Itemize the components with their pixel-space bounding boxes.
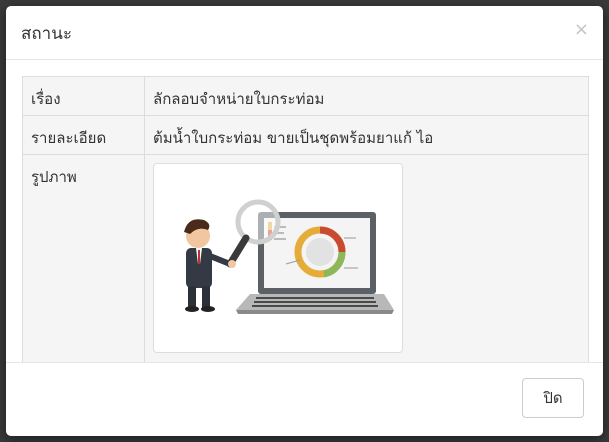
table-row: รูปภาพ	[22, 154, 589, 362]
businessman-laptop-illustration	[184, 199, 394, 314]
table-row: รายละเอียด ต้มน้ำใบกระท่อม ขายเป็นชุดพร้…	[22, 115, 589, 155]
table-row: เรื่อง ลักลอบจำหน่ายใบกระท่อม	[22, 76, 589, 116]
modal-header: สถานะ ×	[6, 6, 603, 60]
detail-table: เรื่อง ลักลอบจำหน่ายใบกระท่อม รายละเอียด…	[22, 76, 589, 362]
modal-footer: ปิด	[6, 362, 603, 436]
detail-value: ต้มน้ำใบกระท่อม ขายเป็นชุดพร้อมยาแก้ ไอ	[144, 115, 589, 155]
image-cell	[144, 154, 589, 362]
modal-body: เรื่อง ลักลอบจำหน่ายใบกระท่อม รายละเอียด…	[6, 60, 603, 362]
image-label: รูปภาพ	[22, 154, 145, 362]
image-thumbnail[interactable]	[153, 163, 403, 353]
subject-value: ลักลอบจำหน่ายใบกระท่อม	[144, 76, 589, 116]
close-button[interactable]: ปิด	[522, 378, 584, 418]
close-icon[interactable]: ×	[574, 20, 589, 40]
detail-label: รายละเอียด	[22, 115, 145, 155]
modal-title: สถานะ	[21, 24, 72, 44]
subject-label: เรื่อง	[22, 76, 145, 116]
status-modal: สถานะ × เรื่อง ลักลอบจำหน่ายใบกระท่อม รา…	[6, 6, 603, 436]
